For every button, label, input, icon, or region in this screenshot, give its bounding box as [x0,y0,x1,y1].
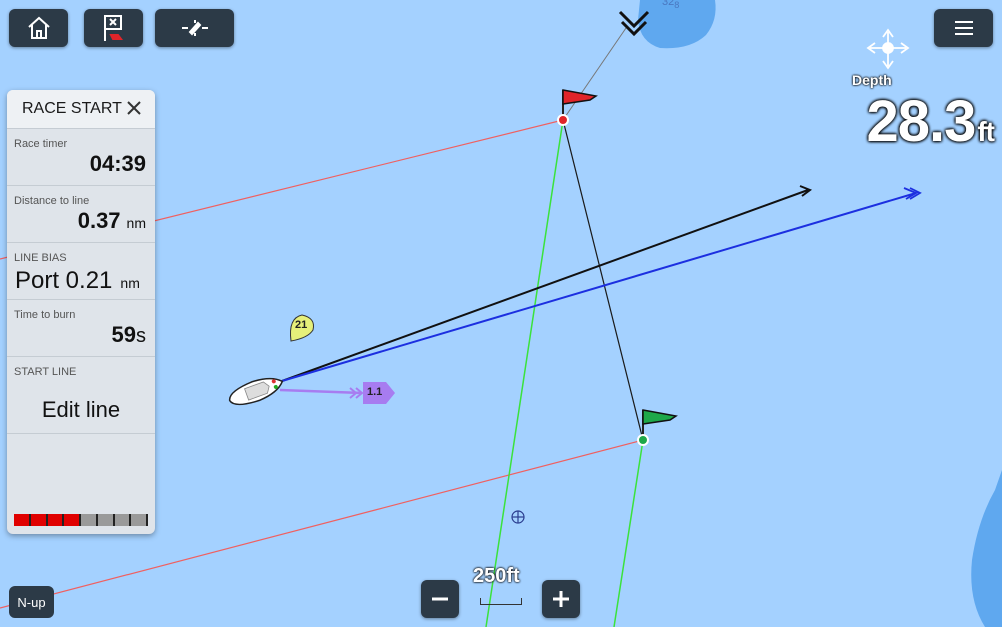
mark-connector [562,27,627,121]
target-line [279,388,363,395]
minus-icon [432,597,448,601]
waypoint-icon [181,20,208,36]
start-line-label: START LINE [14,366,77,378]
edit-line-button[interactable]: Edit line [7,397,155,423]
chart-symbol-icon[interactable] [511,510,525,524]
depth-value: 28.3ft [866,89,995,154]
shallow-water-right [971,470,1002,627]
time-to-burn-value: 59s [111,322,146,347]
close-icon[interactable] [125,99,143,117]
race-flag-icon [103,15,123,41]
start-line-cell: START LINE Edit line [7,357,155,434]
waypoint-button[interactable] [155,9,234,47]
line-bias-bar [14,514,148,526]
race-timer-label: Race timer [14,138,68,150]
zoom-out-button[interactable] [421,580,459,618]
cog-line [281,192,917,382]
time-to-burn-cell: Time to burn 59s [7,300,155,357]
green-layline-right [613,439,644,627]
waypoint-label: 21 [295,319,308,331]
home-button[interactable] [9,9,68,47]
time-to-burn-label: Time to burn [14,309,76,321]
panel-header: RACE START [7,90,155,129]
distance-value: 0.37 nm [77,208,146,233]
starboard-end-flag[interactable] [637,409,678,446]
scale-label: 250ft [473,565,520,587]
depth-sounding: 328 [662,0,680,11]
home-icon [27,16,50,39]
race-start-button[interactable] [84,9,143,47]
race-timer-cell: Race timer 04:39 [7,129,155,186]
green-layline-left [485,119,564,627]
target-label: 1.1 [367,386,383,398]
vessel-icon[interactable] [226,372,285,410]
menu-icon [954,21,973,35]
zoom-in-button[interactable] [542,580,580,618]
distance-cell: Distance to line 0.37 nm [7,186,155,243]
depth-label: Depth [852,72,892,88]
pan-control-icon[interactable] [866,28,910,70]
menu-button[interactable] [934,9,993,47]
line-bias-cell: LINE BIAS Port 0.21 nm [7,243,155,300]
race-start-panel: RACE START Race timer 04:39 Distance to … [7,90,155,534]
scale-bar [480,598,522,605]
orientation-button[interactable]: N-up [9,586,54,618]
line-bias-value: Port 0.21 nm [15,267,140,294]
panel-title: RACE START [22,100,122,117]
port-end-flag[interactable] [557,89,598,126]
start-line [562,119,644,441]
race-timer-value: 04:39 [89,151,146,176]
line-bias-label: LINE BIAS [14,252,67,264]
distance-label: Distance to line [14,195,90,207]
plus-icon [553,591,569,607]
heading-line [281,189,809,382]
